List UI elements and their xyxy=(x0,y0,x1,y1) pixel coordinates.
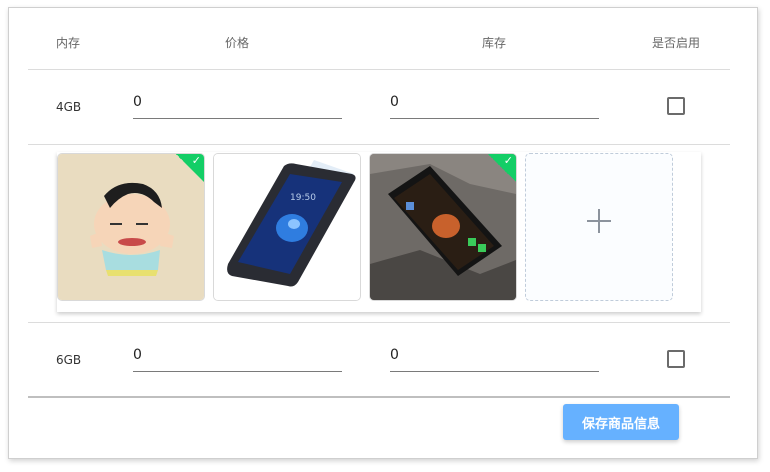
uploaded-check-badge: ✓ xyxy=(176,154,204,182)
phone-screen-protector-image: 19:50 xyxy=(214,154,360,300)
price-input-value: 0 xyxy=(133,94,142,110)
table-bottom-border xyxy=(28,396,730,398)
product-image-card[interactable]: ✓ xyxy=(369,153,517,301)
product-image-card[interactable]: 19:50 xyxy=(213,153,361,301)
price-input-value: 0 xyxy=(133,347,142,363)
stock-input-value: 0 xyxy=(390,347,399,363)
row-divider xyxy=(28,144,730,145)
enable-checkbox[interactable] xyxy=(667,350,685,368)
svg-text:19:50: 19:50 xyxy=(290,193,316,203)
uploaded-check-badge: ✓ xyxy=(488,154,516,182)
column-header-stock: 库存 xyxy=(482,36,507,50)
price-input[interactable]: 0 xyxy=(133,94,342,119)
row-divider xyxy=(28,322,730,323)
column-header-memory: 内存 xyxy=(56,36,81,50)
row-memory-label: 6GB xyxy=(56,353,82,367)
check-icon: ✓ xyxy=(191,154,201,167)
stock-input[interactable]: 0 xyxy=(390,94,599,119)
save-product-button[interactable]: 保存商品信息 xyxy=(563,404,679,440)
stock-input-value: 0 xyxy=(390,94,399,110)
enable-checkbox[interactable] xyxy=(667,97,685,115)
column-header-price: 价格 xyxy=(225,36,250,50)
stock-input[interactable]: 0 xyxy=(390,347,599,372)
column-header-enabled: 是否启用 xyxy=(652,36,701,50)
price-input[interactable]: 0 xyxy=(133,347,342,372)
image-upload-panel: ✓ 19:50 ✓ xyxy=(57,152,701,312)
row-memory-label: 4GB xyxy=(56,100,82,114)
product-image-card[interactable]: ✓ xyxy=(57,153,205,301)
check-icon: ✓ xyxy=(503,154,513,167)
header-divider xyxy=(28,69,730,70)
upload-image-button[interactable] xyxy=(525,153,673,301)
